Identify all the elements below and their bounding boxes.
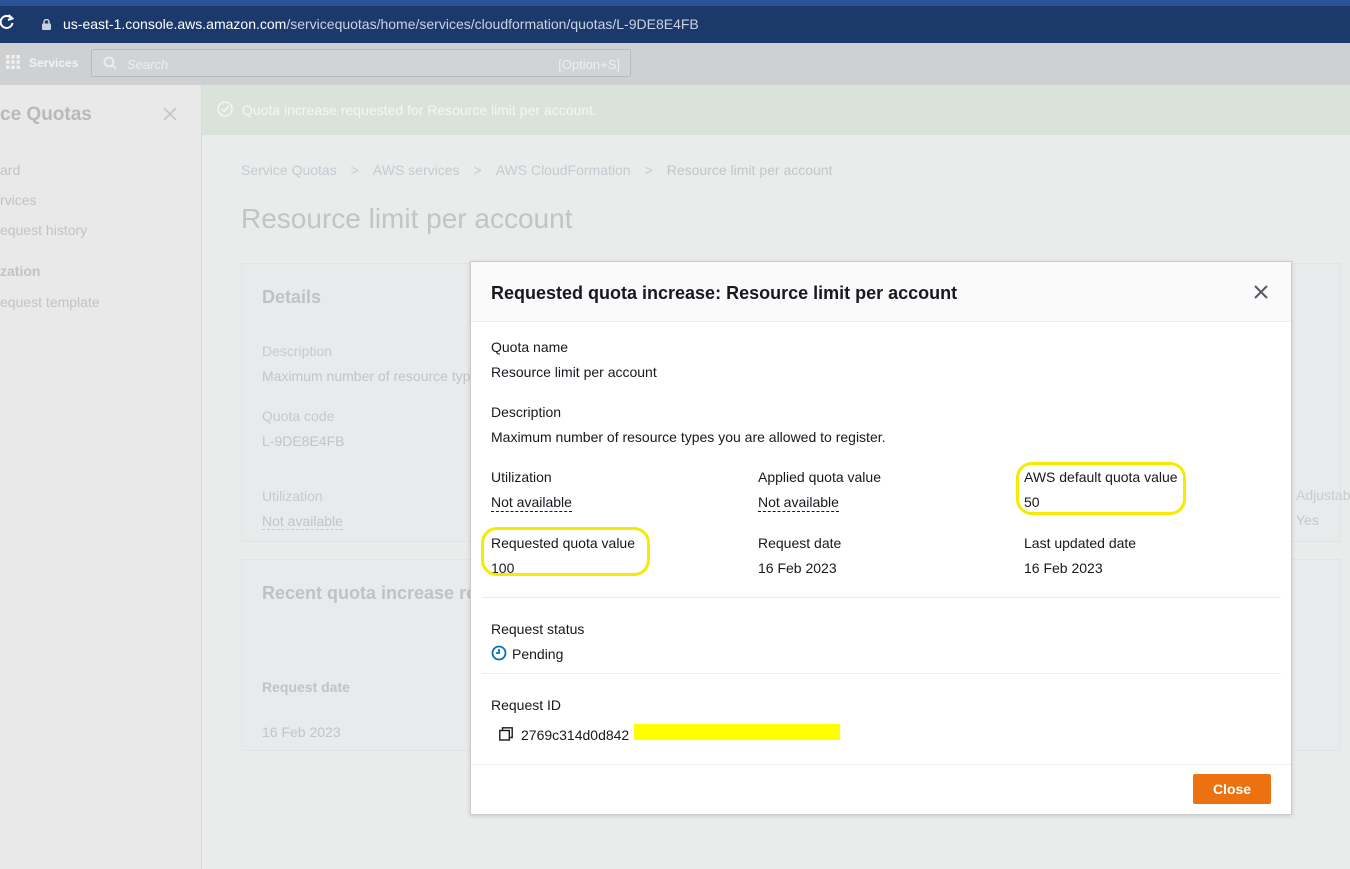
recent-requests-heading: Recent quota increase re [262, 583, 477, 603]
quota-name-value: Resource limit per account [491, 364, 657, 380]
search-shortcut: [Option+S] [558, 57, 620, 72]
details-heading: Details [262, 287, 322, 307]
details-adjustable-value: Yes [1296, 512, 1319, 528]
redaction-mark [634, 724, 840, 740]
description-label: Description [491, 404, 562, 420]
highlight-requested-quota [481, 527, 650, 576]
breadcrumb-service-quotas[interactable]: Service Quotas [241, 162, 337, 178]
modal-title: Requested quota increase: Resource limit… [491, 283, 958, 303]
request-status-value: Pending [512, 646, 564, 662]
close-icon[interactable] [1251, 282, 1271, 302]
request-id-value: 2769c314d0d842 [521, 727, 630, 743]
details-quota-code-label: Quota code [262, 408, 335, 424]
modal-footer-divider [471, 764, 1291, 765]
close-button[interactable]: Close [1193, 774, 1271, 804]
aws-top-nav: Services Search [Option+S] [0, 43, 1350, 85]
breadcrumb-cloudformation[interactable]: AWS CloudFormation [496, 162, 631, 178]
details-description-label: Description [262, 343, 333, 359]
request-date-label: Request date [758, 535, 842, 551]
search-icon [103, 56, 117, 70]
utilization-label: Utilization [491, 469, 552, 485]
success-icon [217, 101, 233, 117]
request-status-label: Request status [491, 621, 585, 637]
url-text[interactable]: us-east-1.console.aws.amazon.com/service… [63, 16, 699, 32]
breadcrumb-aws-services[interactable]: AWS services [373, 162, 460, 178]
last-updated-label: Last updated date [1024, 535, 1137, 551]
side-navigation: ce Quotas ard rvices equest history zati… [0, 85, 202, 869]
breadcrumb-chevron-icon: > [473, 162, 482, 178]
description-value: Maximum number of resource types you are… [491, 429, 886, 445]
section-divider [482, 597, 1281, 598]
utilization-value[interactable]: Not available [491, 494, 572, 512]
sidebar-item-request-template[interactable]: equest template [0, 294, 100, 310]
details-description-value: Maximum number of resource typ [262, 368, 471, 384]
url-path: /servicequotas/home/services/cloudformat… [286, 16, 699, 32]
copy-icon[interactable] [499, 727, 513, 741]
details-utilization-value[interactable]: Not available [262, 513, 343, 530]
sidebar-section-organization: zation [0, 263, 41, 279]
section-divider [482, 673, 1281, 674]
modal-header: Requested quota increase: Resource limit… [471, 262, 1291, 322]
reload-icon[interactable] [0, 14, 15, 35]
applied-quota-value[interactable]: Not available [758, 494, 839, 512]
breadcrumb: Service Quotas > AWS services > AWS CloudFor… [241, 162, 833, 178]
close-icon[interactable] [163, 106, 177, 122]
sidebar-item-services[interactable]: rvices [0, 192, 37, 208]
table-cell-request-date: 16 Feb 2023 [262, 724, 341, 740]
details-utilization-label: Utilization [262, 488, 323, 504]
breadcrumb-chevron-icon: > [350, 162, 359, 178]
url-host: us-east-1.console.aws.amazon.com [63, 16, 287, 32]
search-input[interactable]: Search [Option+S] [91, 49, 631, 77]
success-banner: Quota increase requested for Resource li… [202, 85, 1350, 135]
applied-quota-label: Applied quota value [758, 469, 881, 485]
last-updated-value: 16 Feb 2023 [1024, 560, 1103, 576]
pending-clock-icon [491, 645, 507, 661]
services-menu[interactable]: Services [29, 56, 78, 70]
details-quota-code-value: L-9DE8E4FB [262, 433, 345, 449]
request-id-label: Request ID [491, 697, 562, 713]
breadcrumb-current: Resource limit per account [666, 162, 833, 178]
breadcrumb-chevron-icon: > [644, 162, 653, 178]
sidebar-item-dashboard[interactable]: ard [0, 162, 20, 178]
column-header-request-date[interactable]: Request date [262, 679, 350, 695]
sidebar-item-request-history[interactable]: equest history [0, 222, 87, 238]
quota-name-label: Quota name [491, 339, 569, 355]
sidenav-title: ce Quotas [0, 104, 92, 125]
page-title: Resource limit per account [241, 203, 573, 234]
request-date-value: 16 Feb 2023 [758, 560, 837, 576]
lock-icon [42, 19, 51, 30]
details-adjustable-label: Adjustab [1296, 487, 1350, 503]
search-placeholder: Search [127, 57, 169, 72]
grid-icon[interactable] [6, 55, 20, 69]
highlight-default-quota [1016, 462, 1186, 515]
browser-address-bar: us-east-1.console.aws.amazon.com/service… [0, 0, 1350, 43]
banner-message: Quota increase requested for Resource li… [242, 102, 597, 118]
